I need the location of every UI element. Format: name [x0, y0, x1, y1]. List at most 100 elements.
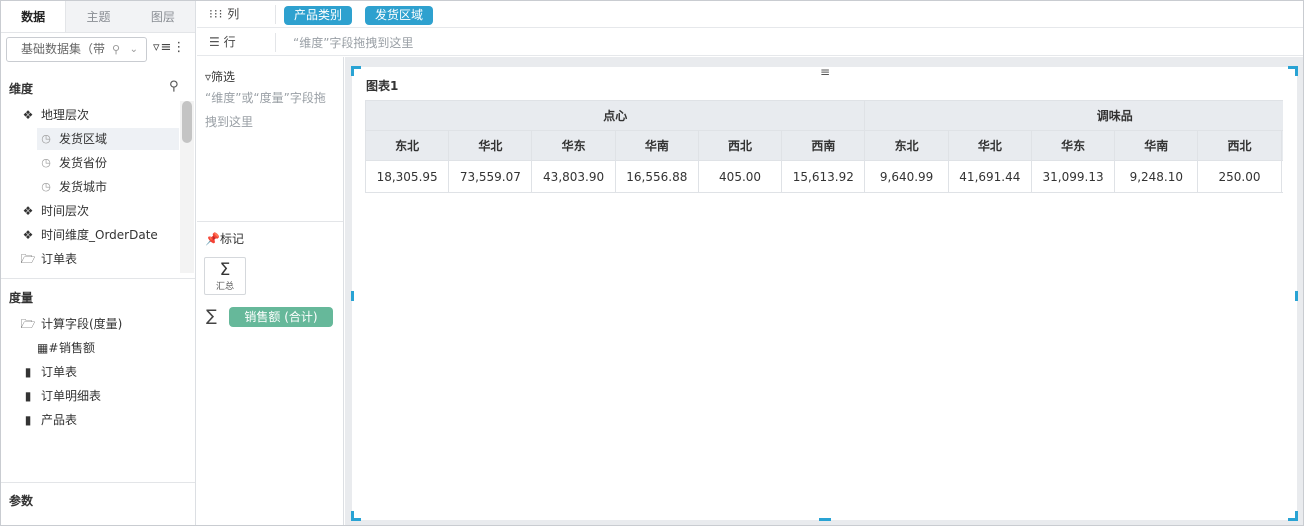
dimension-item[interactable]: 🗁 订单表: [19, 248, 179, 270]
filter-drop-hint[interactable]: “维度”或“度量”字段拖拽到这里: [205, 86, 335, 134]
chevron-down-icon: ⌄: [129, 44, 138, 55]
section-divider: [1, 482, 195, 483]
rows-drop-hint: “维度”字段拖拽到这里: [293, 36, 414, 50]
globe-icon: ◷: [41, 180, 51, 193]
column-pill-product-category[interactable]: 产品类别: [284, 6, 353, 25]
resize-handle-left[interactable]: [351, 291, 354, 301]
layers-icon: ❖: [22, 228, 34, 242]
dataset-select-value: 基础数据集（带: [21, 42, 106, 56]
dimension-item[interactable]: ◷ 发货城市: [37, 176, 179, 198]
dimension-scrollbar[interactable]: [180, 101, 194, 273]
columns-shelf[interactable]: ⁝⁝⁝ 列 产品类别 发货区域: [197, 1, 1303, 28]
measure-item-label: 销售额: [59, 341, 96, 355]
number-field-icon: ▦#: [37, 341, 59, 355]
dimension-item[interactable]: ❖ 时间层次: [19, 200, 179, 222]
data-panel: 数据 主题 图层 基础数据集（带 ⚲ ⌄ ▿≡⋮ 维度 ⚲ ❖ 地理层次 ◷ 发货区域…: [1, 1, 196, 525]
region-header-cell[interactable]: 西南: [781, 130, 866, 161]
dimension-item-label: 发货城市: [59, 180, 108, 194]
resize-handle-tl[interactable]: [351, 66, 354, 76]
sigma-icon: Σ: [219, 260, 231, 280]
filter-mark-panel: ▿筛选 “维度”或“度量”字段拖拽到这里 📌标记 Σ 汇总 ∑ 销售额 (合计): [197, 57, 344, 525]
resize-handle-bottom[interactable]: [819, 518, 831, 521]
value-cell[interactable]: 16,556.88: [614, 160, 699, 193]
measures-title: 度量: [9, 291, 34, 305]
region-header-cell[interactable]: 华北: [947, 130, 1032, 161]
value-cell[interactable]: 13,2: [1280, 160, 1283, 193]
measure-item[interactable]: ▦# 销售额: [37, 337, 179, 359]
value-cell[interactable]: 15,613.92: [781, 160, 866, 193]
globe-icon: ◷: [41, 156, 51, 169]
folder-icon: ▮: [24, 365, 32, 379]
dimension-item[interactable]: ❖ 时间维度_OrderDate: [19, 224, 179, 246]
rows-shelf-label: ☰ 行: [209, 35, 236, 49]
summary-mark-button[interactable]: Σ 汇总: [204, 257, 246, 295]
folder-icon: ▮: [24, 413, 32, 427]
region-header-cell[interactable]: 华南: [1114, 130, 1199, 161]
rows-icon: ☰: [209, 35, 220, 49]
app-window: 数据 主题 图层 基础数据集（带 ⚲ ⌄ ▿≡⋮ 维度 ⚲ ❖ 地理层次 ◷ 发货区域…: [0, 0, 1304, 526]
group-header-cell[interactable]: 点心: [365, 100, 866, 131]
scrollbar-thumb[interactable]: [182, 101, 192, 143]
search-icon: ⚲: [111, 43, 120, 56]
field-search-icon[interactable]: ⚲: [169, 79, 179, 94]
region-header-cell[interactable]: 东北: [365, 130, 450, 161]
group-header-cell[interactable]: 调味品: [864, 100, 1283, 131]
value-cell[interactable]: 9,640.99: [864, 160, 949, 193]
rows-shelf[interactable]: ☰ 行 “维度”字段拖拽到这里: [197, 29, 1303, 56]
section-divider: [1, 278, 195, 279]
dimensions-title: 维度: [9, 82, 34, 96]
column-pill-ship-region[interactable]: 发货区域: [365, 6, 434, 25]
measure-item[interactable]: ▮ 产品表: [19, 409, 179, 431]
region-header-cell[interactable]: 西北: [1197, 130, 1282, 161]
resize-handle-right[interactable]: [1295, 291, 1298, 301]
chart-widget[interactable]: ≡ 图表1 点心调味品 东北华北华东华南西北西南东北华北华东华南西北西南 18,…: [352, 66, 1297, 520]
tab-theme[interactable]: 主题: [66, 1, 130, 32]
measure-item-label: 订单表: [41, 365, 78, 379]
columns-shelf-label: ⁝⁝⁝ 列: [209, 7, 240, 21]
resize-handle-bl[interactable]: [351, 511, 354, 521]
region-header-cell[interactable]: 华南: [614, 130, 699, 161]
region-header-cell[interactable]: 华北: [448, 130, 533, 161]
measure-pill-sales[interactable]: 销售额 (合计): [229, 307, 333, 327]
measure-item-label: 计算字段(度量): [41, 317, 123, 331]
dataset-select[interactable]: 基础数据集（带 ⚲ ⌄: [6, 37, 147, 62]
region-header-cell[interactable]: 华东: [1030, 130, 1116, 161]
value-cell[interactable]: 250.00: [1197, 160, 1282, 193]
value-cell[interactable]: 9,248.10: [1114, 160, 1199, 193]
layers-icon: ❖: [22, 204, 34, 218]
resize-handle-tr[interactable]: [1295, 66, 1298, 76]
dimension-item[interactable]: ◷ 发货省份: [37, 152, 179, 174]
shelf-separator: [275, 5, 276, 24]
region-header-cell[interactable]: 西北: [697, 130, 783, 161]
measure-item-label: 产品表: [41, 413, 78, 427]
region-header-cell[interactable]: 华东: [531, 130, 616, 161]
folder-open-icon: 🗁: [20, 252, 36, 266]
dimension-item-label: 时间维度_OrderDate: [41, 228, 158, 242]
value-cell[interactable]: 43,803.90: [531, 160, 616, 193]
tab-layers[interactable]: 图层: [131, 1, 195, 32]
value-cell[interactable]: 31,099.13: [1030, 160, 1116, 193]
value-cell[interactable]: 41,691.44: [947, 160, 1032, 193]
measure-item[interactable]: ▮ 订单表: [19, 361, 179, 383]
shelf-separator: [275, 33, 276, 52]
marks-title: 📌标记: [205, 232, 244, 246]
drag-handle-icon[interactable]: ≡: [820, 66, 832, 78]
dimension-item-label: 地理层次: [41, 108, 90, 122]
region-header-cell[interactable]: 东北: [864, 130, 949, 161]
measure-item[interactable]: 🗁 计算字段(度量): [19, 313, 179, 335]
value-cell[interactable]: 18,305.95: [365, 160, 450, 193]
columns-icon: ⁝⁝⁝: [209, 7, 224, 21]
region-header-row: 东北华北华东华南西北西南东北华北华东华南西北西南: [365, 130, 1283, 161]
dimension-item[interactable]: ❖ 地理层次: [19, 104, 179, 126]
tab-data[interactable]: 数据: [1, 1, 67, 32]
value-cell[interactable]: 405.00: [697, 160, 783, 193]
panel-tabs: 数据 主题 图层: [1, 1, 195, 33]
region-header-cell[interactable]: 西南: [1280, 130, 1283, 161]
more-icon[interactable]: ⋮: [172, 40, 186, 55]
resize-handle-br[interactable]: [1295, 511, 1298, 521]
filter-sort-icon[interactable]: ▿≡: [153, 40, 172, 55]
value-cell[interactable]: 73,559.07: [448, 160, 533, 193]
measure-item[interactable]: ▮ 订单明细表: [19, 385, 179, 407]
dimension-item[interactable]: ◷ 发货区域: [37, 128, 179, 150]
sigma-icon: ∑: [206, 306, 217, 325]
